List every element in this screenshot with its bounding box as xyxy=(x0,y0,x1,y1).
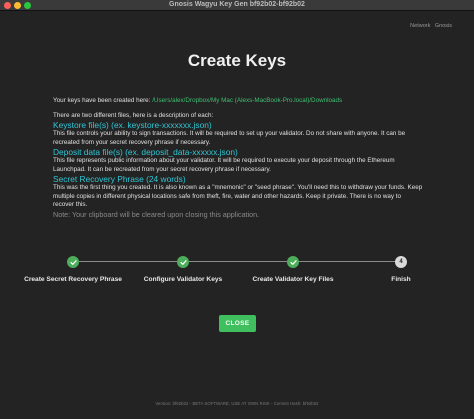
keystore-description: This file controls your ability to sign … xyxy=(53,130,406,146)
stepper-connector xyxy=(79,261,177,262)
step-2-complete-icon xyxy=(177,256,189,268)
network-label: Network xyxy=(410,23,431,29)
check-icon xyxy=(289,259,297,265)
step-label-1: Create Secret Recovery Phrase xyxy=(24,276,122,283)
network-value: Gnosis xyxy=(434,23,452,29)
window-title: Gnosis Wagyu Key Gen bf92b02-bf92b02 xyxy=(169,1,305,8)
created-path[interactable]: /Users/alex/Dropbox/My Mac (Alexs-MacBoo… xyxy=(152,97,342,104)
step-label-3: Create Validator Key Files xyxy=(252,276,334,283)
close-button[interactable]: CLOSE xyxy=(219,315,256,332)
stepper-connector xyxy=(299,261,395,262)
check-icon xyxy=(69,259,77,265)
network-indicator: Network Gnosis xyxy=(410,23,452,29)
keystore-title: Keystore file(s) (ex. keystore-xxxxxxx.j… xyxy=(53,120,212,130)
step-label-4: Finish xyxy=(391,276,411,283)
srp-title: Secret Recovery Phrase (24 words) xyxy=(53,174,186,184)
step-label-2: Configure Validator Keys xyxy=(143,276,223,283)
keys-description: Your keys have been created here: /Users… xyxy=(53,97,423,219)
check-icon xyxy=(179,259,187,265)
created-location: Your keys have been created here: /Users… xyxy=(53,97,423,106)
step-4-active: 4 xyxy=(395,256,407,268)
created-prefix: Your keys have been created here: xyxy=(53,97,151,104)
stepper-connector xyxy=(189,261,287,262)
step-3-complete-icon xyxy=(287,256,299,268)
deposit-title: Deposit data file(s) (ex. deposit_data-x… xyxy=(53,147,238,157)
app-content: Network Gnosis Create Keys Your keys hav… xyxy=(0,11,474,419)
step-1-complete-icon xyxy=(67,256,79,268)
window-titlebar: Gnosis Wagyu Key Gen bf92b02-bf92b02 xyxy=(0,0,474,11)
deposit-description: This file represents public information … xyxy=(53,157,395,173)
description-intro: There are two different files, here is a… xyxy=(53,111,214,119)
clipboard-note: Note: Your clipboard will be cleared upo… xyxy=(53,209,260,219)
srp-description: This was the first thing you created. It… xyxy=(53,184,423,208)
page-title: Create Keys xyxy=(187,51,287,70)
version-footer: Version: bf92b02 - BETA SOFTWARE, USE AT… xyxy=(155,401,319,406)
progress-stepper: 4 Create Secret Recovery Phrase Configur… xyxy=(0,256,474,293)
